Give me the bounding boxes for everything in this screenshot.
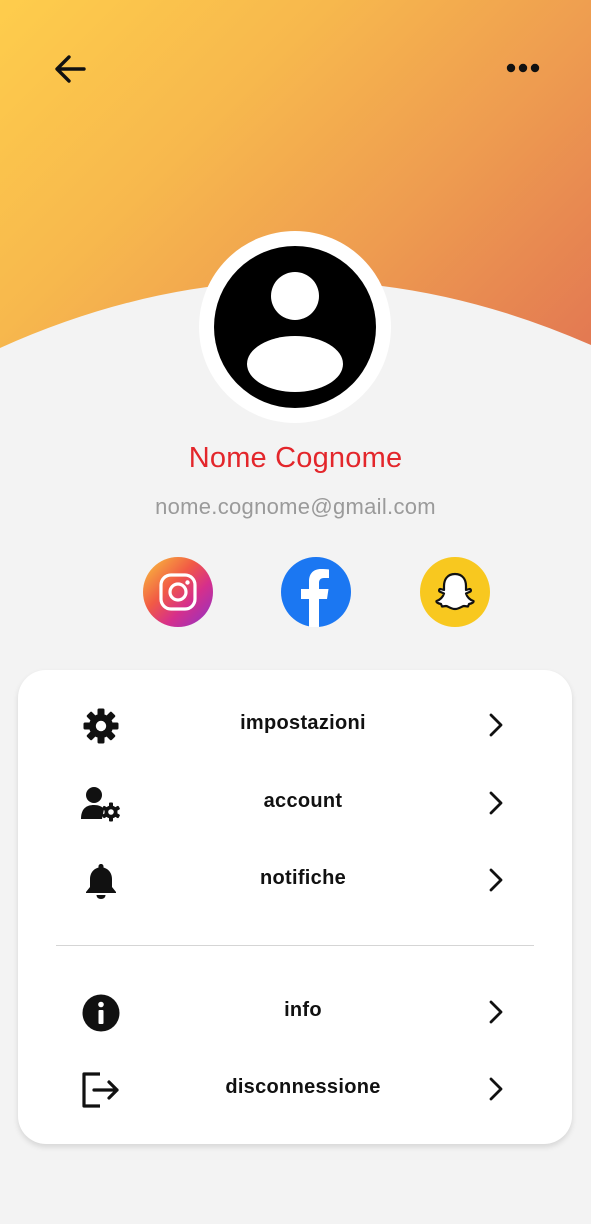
menu-item-notifiche[interactable]: notifiche — [18, 850, 572, 910]
more-horizontal-icon — [506, 63, 540, 73]
bell-icon — [86, 864, 116, 899]
profile-email: nome.cognome@gmail.com — [155, 494, 436, 519]
gear-icon — [83, 708, 119, 744]
facebook-icon — [301, 569, 329, 627]
user-avatar-icon — [214, 246, 376, 408]
snapchat-icon — [435, 572, 475, 611]
more-options-button[interactable] — [499, 44, 547, 92]
menu-divider — [56, 945, 534, 946]
menu-item-label: impostazioni — [240, 712, 366, 734]
facebook-button[interactable] — [281, 557, 351, 627]
profile-screen: Nome Cognome nome.cognome@gmail.com impo… — [0, 0, 591, 1224]
back-button[interactable] — [46, 45, 94, 93]
chevron-right-icon — [489, 1000, 503, 1024]
menu-item-label: notifiche — [259, 867, 347, 889]
menu-item-disconnessione[interactable]: disconnessione — [18, 1059, 572, 1119]
avatar[interactable] — [199, 231, 391, 423]
chevron-right-icon — [489, 791, 503, 815]
menu-item-impostazioni[interactable]: impostazioni — [18, 695, 572, 755]
instagram-button[interactable] — [143, 557, 213, 627]
snapchat-button[interactable] — [420, 557, 490, 627]
menu-item-info[interactable]: info — [18, 982, 572, 1042]
arrow-left-icon — [55, 55, 86, 83]
menu-item-account[interactable]: account — [18, 773, 572, 833]
chevron-right-icon — [489, 868, 503, 892]
menu-item-label: info — [284, 999, 322, 1021]
settings-menu: impostazioni account notifiche info disc… — [18, 670, 572, 1144]
info-icon — [82, 994, 120, 1032]
logout-icon — [82, 1072, 119, 1108]
user-settings-icon — [81, 787, 120, 822]
menu-item-label: account — [263, 790, 343, 812]
profile-name: Nome Cognome — [188, 442, 403, 474]
chevron-right-icon — [489, 713, 503, 737]
instagram-icon — [159, 573, 197, 611]
menu-item-label: disconnessione — [225, 1076, 381, 1098]
chevron-right-icon — [489, 1077, 503, 1101]
